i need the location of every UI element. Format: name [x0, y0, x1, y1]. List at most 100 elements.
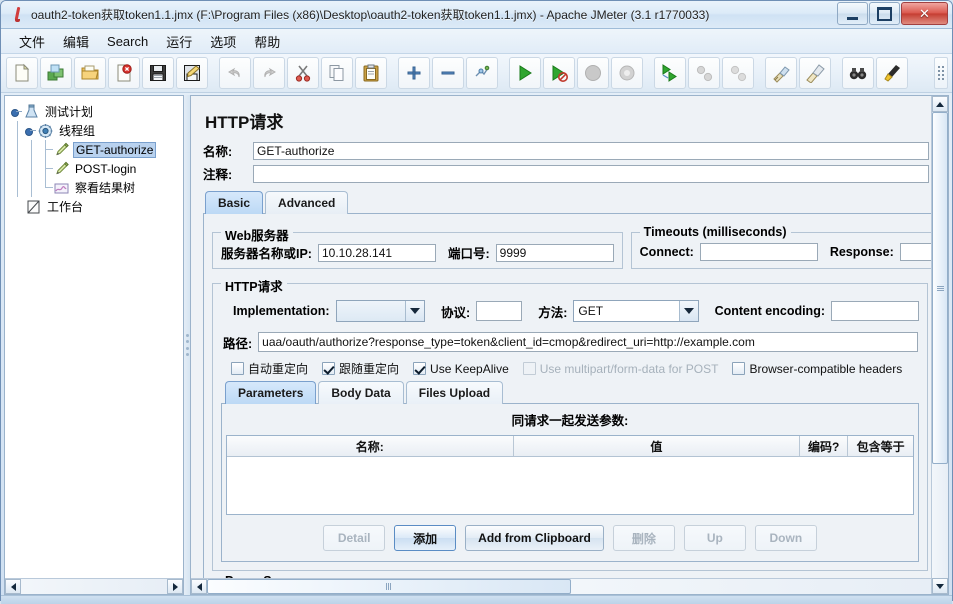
scroll-left-button[interactable]	[5, 579, 21, 594]
menu-search[interactable]: Search	[99, 31, 156, 52]
checkbox-box[interactable]	[322, 362, 336, 375]
test-plan-tree[interactable]: 测试计划 线程组 GET-authorize POST-login 察看结果树 …	[4, 95, 184, 595]
menu-options[interactable]: 选项	[202, 29, 244, 54]
add-button[interactable]: 添加	[394, 525, 457, 551]
comment-label: 注释:	[203, 168, 233, 182]
tree-node-test-plan[interactable]: 测试计划	[11, 102, 183, 121]
reset-search-icon[interactable]	[876, 57, 908, 89]
parameters-table[interactable]: 名称: 值 编码? 包含等于	[226, 435, 914, 515]
shutdown-remote-all-icon[interactable]	[722, 57, 754, 89]
start-icon[interactable]	[509, 57, 541, 89]
page-title: HTTP请求	[205, 113, 284, 132]
expand-handle-icon[interactable]	[25, 125, 36, 136]
tree-indent	[11, 178, 25, 197]
column-header-name[interactable]: 名称:	[227, 436, 514, 456]
down-button[interactable]: Down	[754, 525, 817, 551]
detail-button[interactable]: Detail	[323, 525, 386, 551]
new-icon[interactable]	[6, 57, 38, 89]
close-file-icon[interactable]	[108, 57, 140, 89]
tab-files-upload[interactable]: Files Upload	[405, 381, 504, 404]
name-input[interactable]	[253, 141, 929, 160]
shutdown-icon[interactable]	[611, 57, 643, 89]
tree-node-thread-group[interactable]: 线程组	[11, 121, 183, 140]
save-icon[interactable]	[142, 57, 174, 89]
checkbox-box[interactable]	[413, 362, 427, 375]
method-combo[interactable]: GET	[573, 300, 699, 322]
open-icon[interactable]	[74, 57, 106, 89]
panel-horizontal-scrollbar[interactable]	[191, 578, 948, 594]
scroll-track[interactable]	[570, 579, 932, 594]
add-from-clipboard-button[interactable]: Add from Clipboard	[465, 525, 604, 551]
scroll-up-button[interactable]	[932, 96, 948, 112]
menu-help[interactable]: 帮助	[246, 29, 288, 54]
tree-node-workbench[interactable]: 工作台	[11, 197, 183, 216]
start-remote-all-icon[interactable]	[654, 57, 686, 89]
implementation-combo[interactable]	[335, 300, 426, 322]
copy-icon[interactable]	[321, 57, 353, 89]
toolbar-overflow-handle[interactable]	[934, 57, 948, 89]
clear-all-icon[interactable]	[799, 57, 831, 89]
tab-advanced[interactable]: Advanced	[265, 191, 349, 214]
scroll-track[interactable]	[21, 579, 167, 594]
maximize-button[interactable]	[869, 2, 900, 25]
tree-node-get-authorize[interactable]: GET-authorize	[11, 140, 183, 159]
checkbox-follow-redirect[interactable]: 跟随重定向	[322, 360, 399, 377]
chevron-down-icon[interactable]	[405, 301, 425, 321]
server-input[interactable]	[317, 243, 436, 262]
path-input[interactable]	[258, 332, 919, 352]
checkbox-browser-compatible-headers[interactable]: Browser-compatible headers	[732, 362, 902, 376]
scroll-down-button[interactable]	[932, 578, 948, 594]
tree-node-post-login[interactable]: POST-login	[11, 159, 183, 178]
tab-basic[interactable]: Basic	[205, 191, 264, 214]
checkbox-box[interactable]	[231, 362, 244, 375]
tree-branch	[39, 178, 53, 197]
port-input[interactable]	[495, 243, 614, 262]
redo-icon[interactable]	[253, 57, 285, 89]
stop-remote-all-icon[interactable]	[688, 57, 720, 89]
connect-input[interactable]	[699, 243, 818, 261]
toggle-icon[interactable]	[466, 57, 498, 89]
minimize-button[interactable]	[837, 2, 868, 25]
clear-icon[interactable]	[765, 57, 797, 89]
scroll-thumb[interactable]	[207, 579, 571, 594]
scroll-track-bottom[interactable]	[932, 464, 948, 578]
checkbox-use-keepalive[interactable]: Use KeepAlive	[413, 362, 509, 376]
search-icon[interactable]	[842, 57, 874, 89]
cut-icon[interactable]	[287, 57, 319, 89]
column-header-encode[interactable]: 编码?	[800, 436, 849, 456]
scroll-left-button[interactable]	[191, 579, 207, 594]
paste-icon[interactable]	[355, 57, 387, 89]
comment-input[interactable]	[253, 164, 929, 183]
title-bar: oauth2-token获取token1.1.jmx (F:\Program F…	[1, 1, 952, 29]
menu-run[interactable]: 运行	[158, 29, 200, 54]
tree-horizontal-scrollbar[interactable]	[5, 578, 183, 594]
menu-edit[interactable]: 编辑	[55, 29, 97, 54]
undo-icon[interactable]	[219, 57, 251, 89]
scroll-thumb[interactable]	[932, 112, 948, 464]
collapse-all-icon[interactable]	[432, 57, 464, 89]
tab-parameters[interactable]: Parameters	[225, 381, 317, 404]
column-header-include-equals[interactable]: 包含等于	[848, 436, 913, 456]
save-as-icon[interactable]	[176, 57, 208, 89]
tab-body-data[interactable]: Body Data	[318, 381, 404, 404]
expand-handle-icon[interactable]	[11, 106, 22, 117]
checkbox-box[interactable]	[732, 362, 746, 375]
content-encoding-input[interactable]	[831, 301, 919, 321]
table-body[interactable]	[227, 457, 913, 514]
expand-all-icon[interactable]	[398, 57, 430, 89]
stop-icon[interactable]	[577, 57, 609, 89]
protocol-input[interactable]	[476, 301, 523, 321]
main-content: 测试计划 线程组 GET-authorize POST-login 察看结果树 …	[1, 93, 952, 595]
start-no-pauses-icon[interactable]	[543, 57, 575, 89]
delete-button[interactable]: 删除	[612, 525, 675, 551]
panel-vertical-scrollbar[interactable]	[931, 96, 948, 594]
checkbox-auto-redirect[interactable]: 自动重定向	[231, 360, 308, 377]
menu-file[interactable]: 文件	[11, 29, 53, 54]
scroll-right-button[interactable]	[167, 579, 183, 594]
up-button[interactable]: Up	[683, 525, 746, 551]
tree-node-view-results-tree[interactable]: 察看结果树	[11, 178, 183, 197]
close-button[interactable]: ✕	[901, 2, 948, 25]
column-header-value[interactable]: 值	[514, 436, 801, 456]
templates-icon[interactable]	[40, 57, 72, 89]
chevron-down-icon[interactable]	[678, 301, 698, 321]
